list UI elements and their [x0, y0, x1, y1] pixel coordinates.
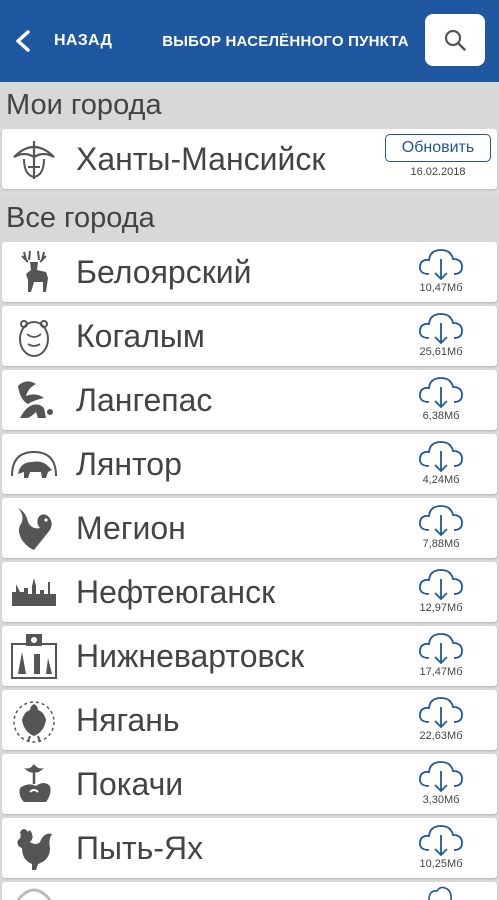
- city-name: Нефтеюганск: [76, 573, 276, 610]
- deer-icon: [21, 250, 48, 292]
- city-row[interactable]: Мегион 7,88Мб: [2, 498, 497, 558]
- city-name: Белоярский: [76, 253, 252, 290]
- cloud-download-icon: [419, 249, 463, 281]
- cloud-download-icon: [419, 377, 463, 409]
- cloud-download-icon: [419, 761, 463, 793]
- rooster-icon: [17, 829, 52, 870]
- city-name: Покачи: [76, 765, 184, 802]
- khanty-mansiysk-emblem-icon: [13, 141, 55, 179]
- cloud-download-icon: [419, 505, 463, 537]
- update-date: 16.02.2018: [410, 166, 466, 178]
- download-button[interactable]: 25,61Мб: [411, 310, 471, 358]
- city-name: Лянтор: [76, 445, 182, 482]
- download-button[interactable]: 17,47Мб: [411, 630, 471, 678]
- cloud-download-icon: [419, 313, 463, 345]
- search-icon: [444, 29, 466, 51]
- city-row[interactable]: Лангепас 6,38Мб: [2, 370, 497, 430]
- file-size: 25,61Мб: [419, 346, 463, 358]
- download-button[interactable]: 12,97Мб: [411, 566, 471, 614]
- back-label: НАЗАД: [54, 32, 113, 49]
- file-size: 7,88Мб: [422, 538, 460, 550]
- file-size: 3,30Мб: [422, 794, 460, 806]
- squirrel-icon: [18, 381, 53, 418]
- city-row[interactable]: Лянтор 4,24Мб: [2, 434, 497, 494]
- city-name: Когалым: [76, 317, 205, 354]
- cloud-download-icon: [419, 697, 463, 729]
- grouse-icon: [13, 701, 55, 743]
- city-name: Лангепас: [76, 381, 213, 418]
- file-size: 10,25Мб: [419, 858, 463, 870]
- bird-icon: [18, 508, 52, 550]
- city-row[interactable]: Нягань 22,63Мб: [2, 690, 497, 750]
- city-emblem-icon: [11, 634, 57, 679]
- city-row[interactable]: Нефтеюганск 12,97Мб: [2, 562, 497, 622]
- bear-icon: [19, 320, 49, 357]
- cloud-download-partial-icon: [428, 886, 452, 900]
- city-row-khanty-mansiysk[interactable]: Ханты-Мансийск Обновить 16.02.2018: [2, 129, 497, 189]
- city-name: Мегион: [76, 509, 186, 546]
- cloud-download-icon: [419, 825, 463, 857]
- city-name: Нижневартовск: [76, 637, 305, 674]
- city-row-partial[interactable]: [2, 882, 497, 900]
- cloud-download-icon: [419, 441, 463, 473]
- file-size: 6,38Мб: [422, 410, 460, 422]
- download-button[interactable]: 6,38Мб: [411, 374, 471, 422]
- download-button[interactable]: 4,24Мб: [411, 438, 471, 486]
- download-button[interactable]: 7,88Мб: [411, 502, 471, 550]
- cloud-download-icon: [419, 569, 463, 601]
- city-row[interactable]: Нижневартовск 17,47Мб: [2, 626, 497, 686]
- download-button[interactable]: 22,63Мб: [411, 694, 471, 742]
- file-size: 17,47Мб: [419, 666, 463, 678]
- download-button[interactable]: 10,47Мб: [411, 246, 471, 294]
- download-button[interactable]: 10,25Мб: [411, 822, 471, 870]
- file-size: 4,24Мб: [422, 474, 460, 486]
- city-emblem-partial-icon: [16, 888, 52, 900]
- page-title: ВЫБОР НАСЕЛЁННОГО ПУНКТА: [162, 32, 409, 50]
- file-size: 10,47Мб: [419, 282, 463, 294]
- top-bar: НАЗАД ВЫБОР НАСЕЛЁННОГО ПУНКТА: [0, 0, 499, 82]
- update-button[interactable]: Обновить: [385, 134, 491, 162]
- section-my-cities: Мои города: [0, 82, 499, 128]
- city-row[interactable]: Когалым 25,61Мб: [2, 306, 497, 366]
- file-size: 22,63Мб: [419, 730, 463, 742]
- city-name: Нягань: [76, 701, 180, 738]
- skyline-icon: [12, 578, 56, 606]
- chevron-left-icon: [16, 30, 30, 52]
- cloud-download-icon: [419, 633, 463, 665]
- back-button[interactable]: НАЗАД: [14, 30, 112, 52]
- bear-walking-icon: [11, 450, 57, 478]
- fountain-icon: [19, 764, 51, 802]
- update-area: Обновить 16.02.2018: [383, 134, 493, 178]
- city-name: Ханты-Мансийск: [76, 140, 326, 177]
- city-row[interactable]: Покачи 3,30Мб: [2, 754, 497, 814]
- city-row[interactable]: Белоярский 10,47Мб: [2, 242, 497, 302]
- download-button[interactable]: 3,30Мб: [411, 758, 471, 806]
- city-row[interactable]: Пыть-Ях 10,25Мб: [2, 818, 497, 878]
- search-button[interactable]: [425, 14, 485, 66]
- file-size: 12,97Мб: [419, 602, 463, 614]
- city-name: Пыть-Ях: [76, 829, 204, 866]
- section-all-cities: Все города: [0, 195, 499, 241]
